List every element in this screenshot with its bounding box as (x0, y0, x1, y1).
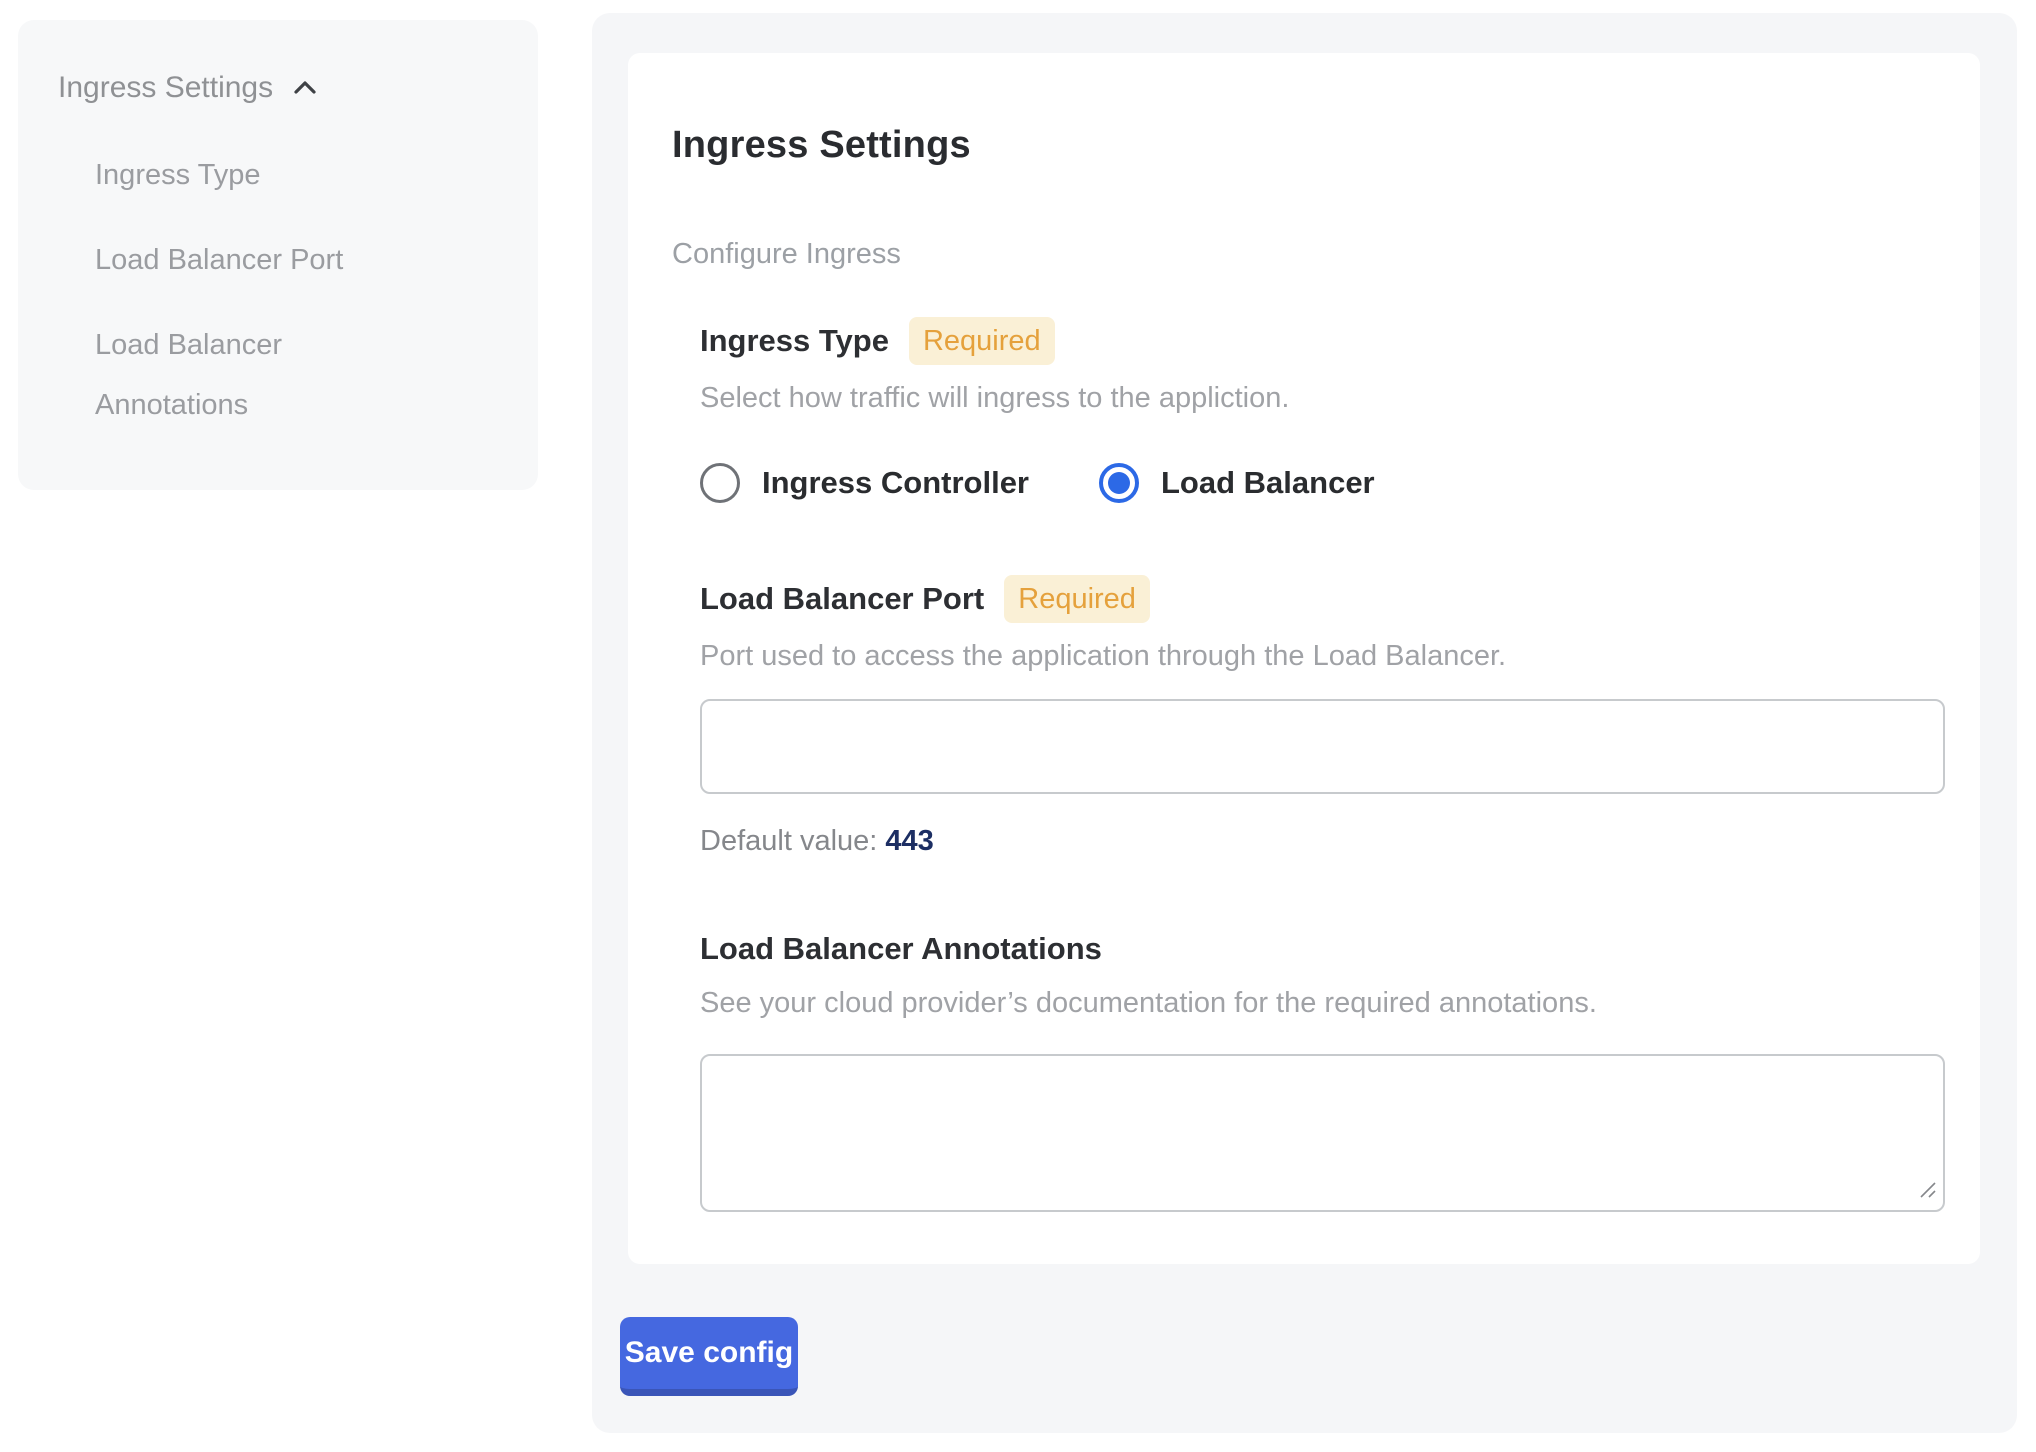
page-title: Ingress Settings (672, 121, 1940, 169)
sidebar-item-list: Ingress Type Load Balancer Port Load Bal… (95, 145, 502, 435)
main-panel: Ingress Settings Configure Ingress Ingre… (592, 13, 2017, 1433)
chevron-up-icon (289, 72, 321, 104)
ingress-settings-card: Ingress Settings Configure Ingress Ingre… (628, 53, 1980, 1264)
radio-option-load-balancer[interactable]: Load Balancer (1099, 463, 1375, 503)
sidebar-heading-label: Ingress Settings (58, 68, 273, 108)
ingress-type-title-row: Ingress Type Required (700, 317, 1940, 365)
default-value-label: Default value: (700, 825, 877, 857)
sidebar-item-load-balancer-annotations[interactable]: Load Balancer Annotations (95, 315, 425, 435)
load-balancer-port-input[interactable] (700, 699, 1945, 794)
ingress-type-description: Select how traffic will ingress to the a… (700, 379, 1940, 417)
lb-port-title: Load Balancer Port (700, 578, 984, 620)
radio-label-load-balancer: Load Balancer (1161, 465, 1375, 501)
default-value-row: Default value:443 (700, 822, 1940, 860)
page-subtitle: Configure Ingress (672, 235, 1940, 273)
ingress-type-title: Ingress Type (700, 320, 889, 362)
radio-icon-unselected[interactable] (700, 463, 740, 503)
lb-port-description: Port used to access the application thro… (700, 637, 1940, 675)
radio-icon-selected[interactable] (1099, 463, 1139, 503)
section-load-balancer-annotations: Load Balancer Annotations See your cloud… (700, 928, 1940, 1212)
lb-annotations-title: Load Balancer Annotations (700, 928, 1102, 970)
section-ingress-type: Ingress Type Required Select how traffic… (700, 317, 1940, 503)
required-badge: Required (909, 317, 1055, 365)
radio-label-ingress-controller: Ingress Controller (762, 465, 1029, 501)
required-badge: Required (1004, 575, 1150, 623)
ingress-type-radio-row: Ingress Controller Load Balancer (700, 463, 1940, 503)
load-balancer-annotations-textarea[interactable] (700, 1054, 1945, 1212)
ingress-form: Ingress Type Required Select how traffic… (700, 317, 1940, 1212)
sidebar-item-load-balancer-port[interactable]: Load Balancer Port (95, 230, 425, 290)
default-value-number: 443 (885, 825, 933, 857)
section-load-balancer-port: Load Balancer Port Required Port used to… (700, 575, 1940, 860)
sidebar-item-ingress-type[interactable]: Ingress Type (95, 145, 425, 205)
radio-option-ingress-controller[interactable]: Ingress Controller (700, 463, 1029, 503)
settings-sidebar: Ingress Settings Ingress Type Load Balan… (18, 20, 538, 490)
save-config-button[interactable]: Save config (620, 1317, 798, 1396)
lb-annotations-textarea-wrap (700, 1054, 1945, 1212)
sidebar-heading-ingress-settings[interactable]: Ingress Settings (58, 68, 502, 108)
lb-annotations-description: See your cloud provider’s documentation … (700, 984, 1940, 1022)
lb-annotations-title-row: Load Balancer Annotations (700, 928, 1940, 970)
lb-port-title-row: Load Balancer Port Required (700, 575, 1940, 623)
